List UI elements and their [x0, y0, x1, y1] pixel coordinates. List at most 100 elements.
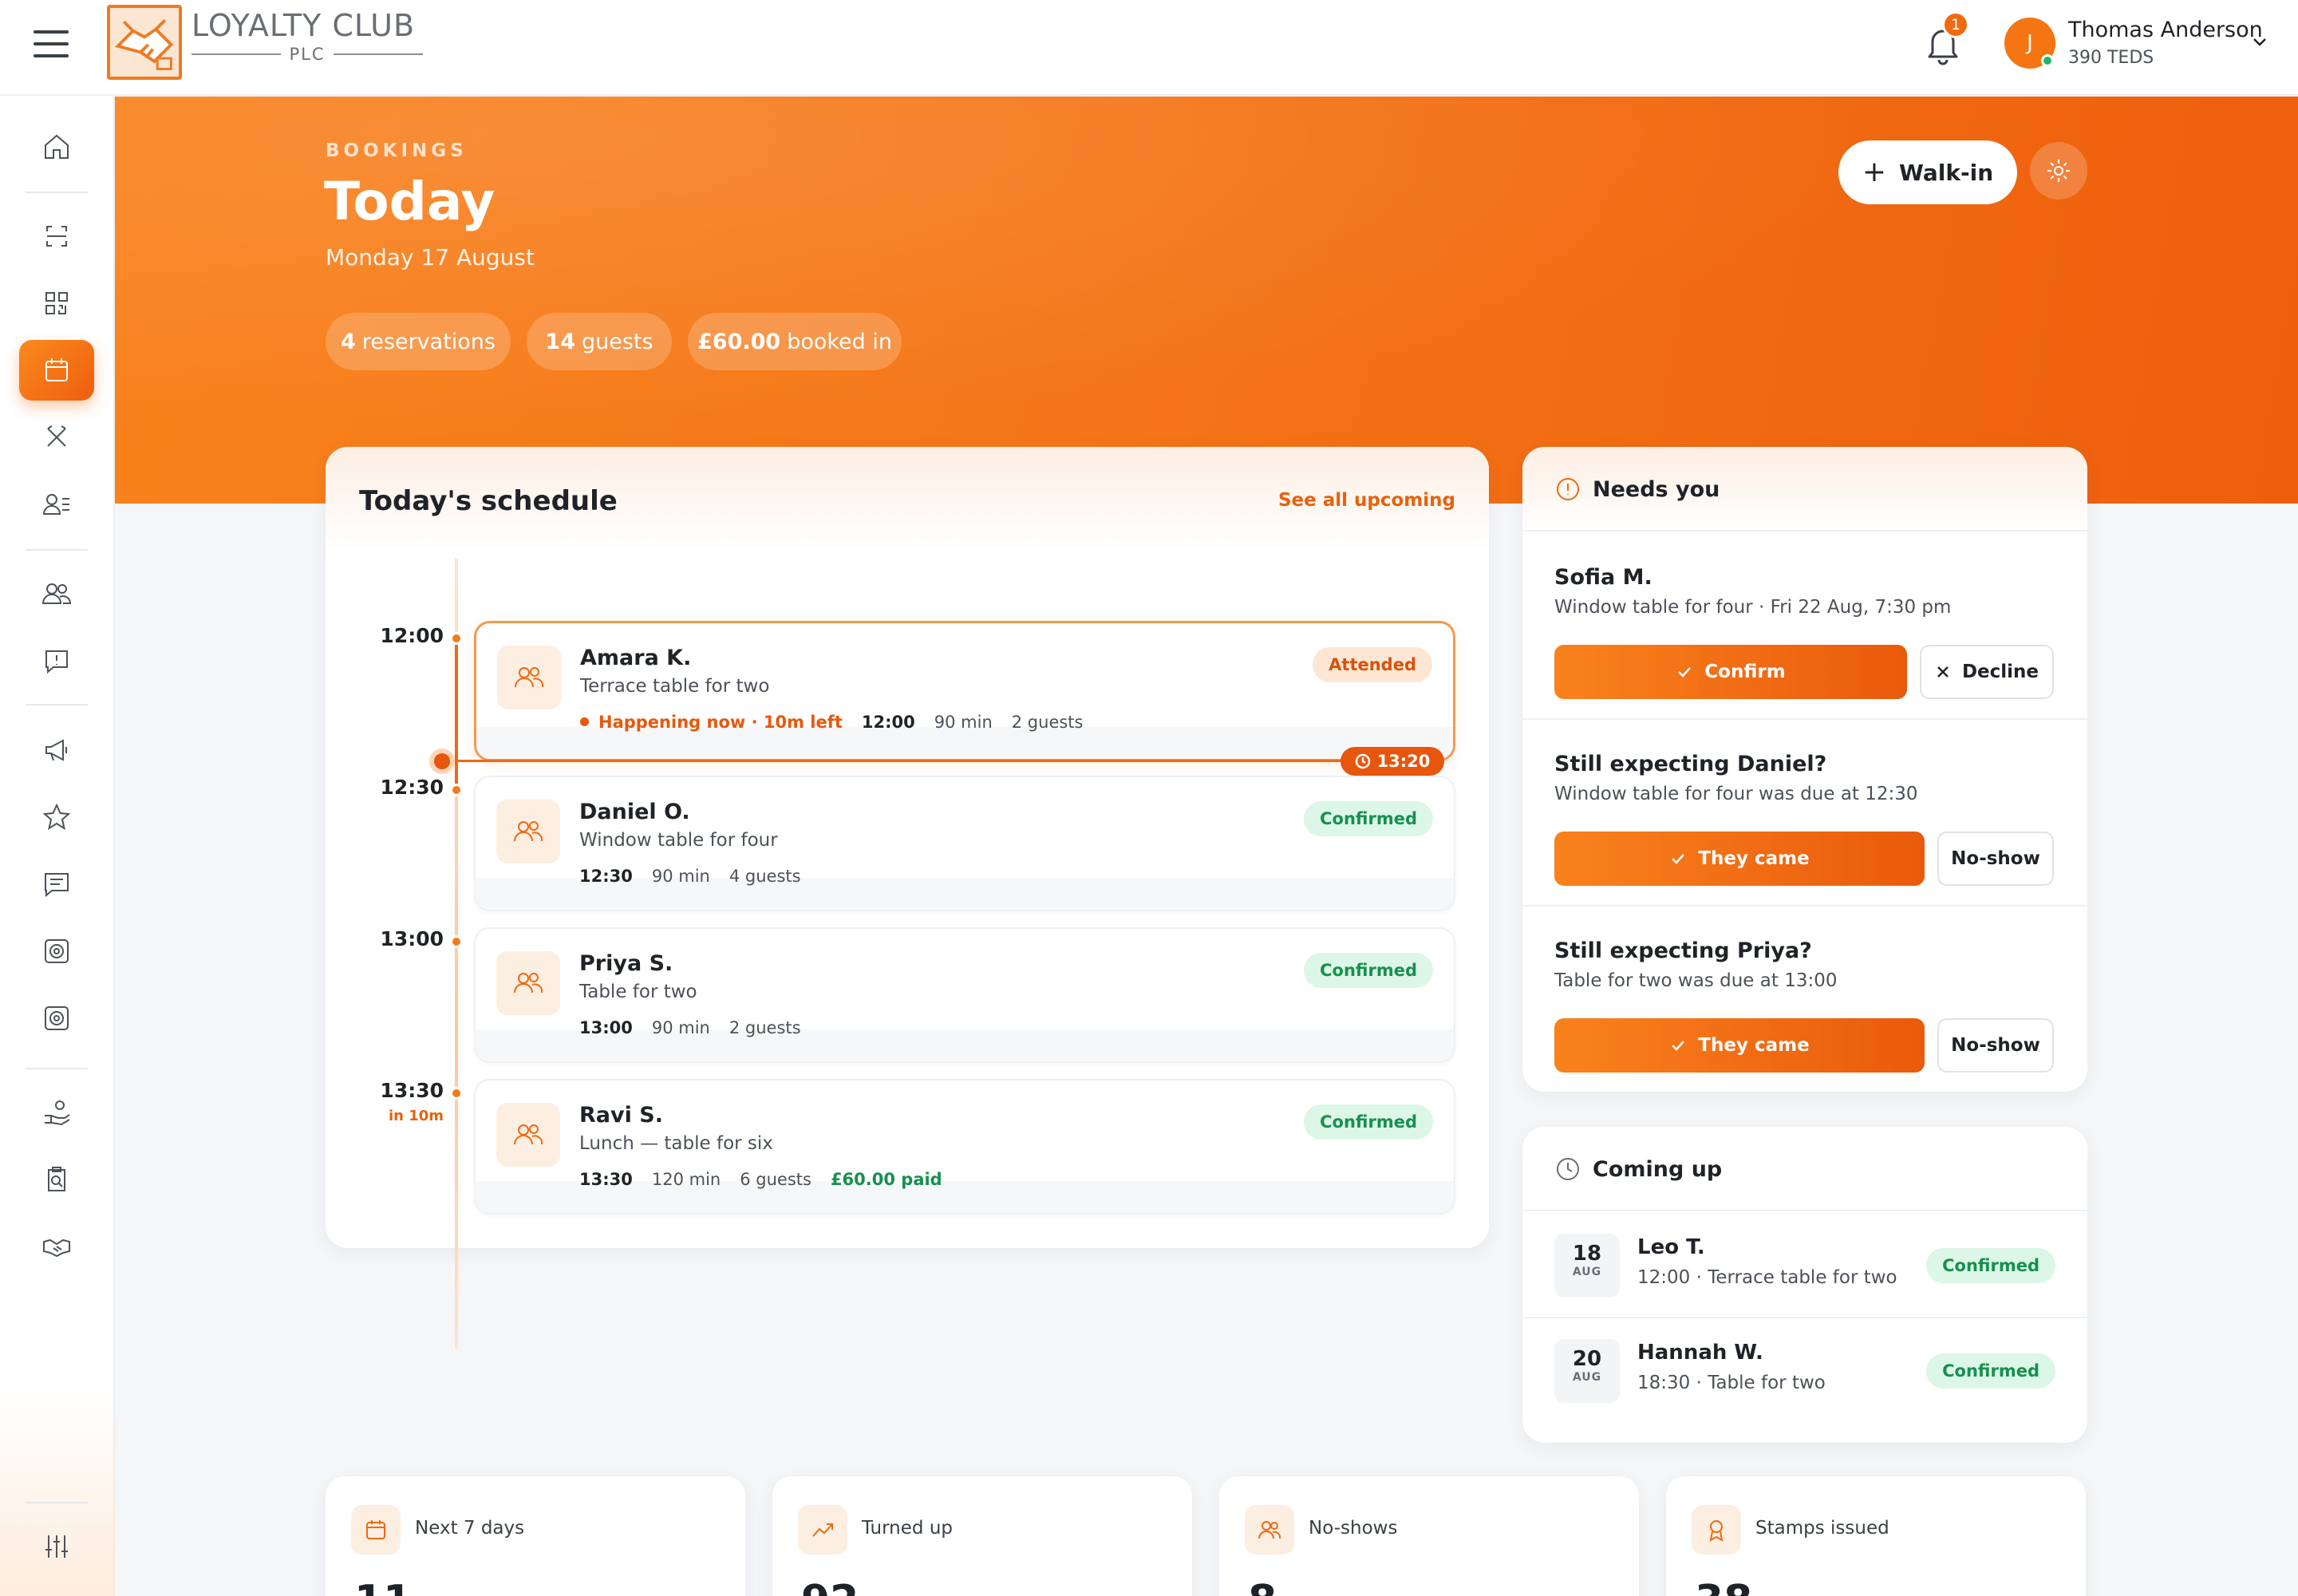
see-all-upcoming-link[interactable]: See all upcoming — [1278, 490, 1455, 511]
users-icon — [496, 1103, 560, 1167]
stat-label: Stamps issued — [1755, 1518, 1889, 1539]
stat-label: Next 7 days — [415, 1518, 525, 1539]
user-name[interactable]: Thomas Anderson — [2068, 18, 2263, 42]
sidebar-item-home[interactable] — [19, 117, 94, 177]
sidebar-item-scan[interactable] — [19, 206, 94, 267]
no-show-button[interactable]: No-show — [1937, 1018, 2054, 1073]
stat-card-stamps-issued[interactable]: Stamps issued 38 — [1666, 1476, 2086, 1596]
check-icon — [1678, 667, 1692, 678]
calendar-icon — [351, 1505, 401, 1555]
stat-value: 38 — [1695, 1577, 1755, 1596]
user-company: 390 TEDS — [2068, 48, 2154, 68]
plus-icon: + — [1862, 156, 1886, 188]
chip-reservations[interactable]: 4 reservations — [326, 313, 511, 370]
stat-card-no-shows[interactable]: No-shows 8% — [1219, 1476, 1639, 1596]
sidebar-item-targets[interactable] — [19, 988, 94, 1049]
stat-value: 11 — [354, 1577, 415, 1596]
reservation-card[interactable]: Daniel O. Window table for four 12:30 90… — [474, 776, 1455, 911]
menu-icon[interactable] — [34, 30, 69, 57]
chevron-down-icon[interactable] — [2250, 32, 2269, 51]
decline-button[interactable]: Decline — [1920, 645, 2054, 699]
settings-button[interactable] — [2030, 142, 2087, 200]
stat-label: Turned up — [862, 1518, 954, 1539]
sidebar-item-qr[interactable] — [19, 273, 94, 334]
alert-circle-icon — [1554, 476, 1581, 503]
walk-in-button[interactable]: + Walk-in — [1838, 140, 2017, 204]
now-time-pill: 13:20 — [1340, 747, 1444, 776]
sidebar-item-partners[interactable] — [19, 1216, 94, 1277]
needs-item-detail: Window table for four was due at 12:30 — [1554, 784, 1918, 804]
reservation-card[interactable]: Ravi S. Lunch — table for six 13:30 120 … — [474, 1079, 1455, 1215]
needs-item-title: Still expecting Daniel? — [1554, 752, 1827, 776]
users-icon — [1245, 1505, 1294, 1555]
reservation-duration: 90 min — [934, 713, 993, 732]
sidebar-item-team[interactable] — [19, 563, 94, 624]
page-date: Monday 17 August — [326, 244, 535, 271]
sliders-icon — [45, 1535, 68, 1558]
upcoming-detail: 12:00 · Terrace table for two — [1637, 1267, 1897, 1288]
reservation-duration: 120 min — [651, 1170, 721, 1189]
status-badge: Confirmed — [1926, 1248, 2055, 1283]
needs-item-detail: Table for two was due at 13:00 — [1554, 970, 1838, 991]
guest-name: Ravi S. — [579, 1103, 663, 1128]
date-month: AUG — [1572, 1266, 1602, 1278]
sidebar-item-goals[interactable] — [19, 921, 94, 982]
status-badge: Confirmed — [1304, 1104, 1433, 1140]
stat-card-turned-up[interactable]: Turned up 92% — [772, 1476, 1192, 1596]
slot-time: 13:30 — [380, 1079, 444, 1102]
reservation-card[interactable]: Amara K. Terrace table for two Happening… — [474, 621, 1455, 761]
sidebar-item-rewards[interactable] — [19, 1082, 94, 1143]
close-icon — [1937, 666, 1949, 678]
reservation-meta: Happening now · 10m left 12:00 90 min 2 … — [580, 713, 1083, 732]
home-icon — [45, 134, 69, 159]
reservation-card[interactable]: Priya S. Table for two 13:00 90 min 2 gu… — [474, 927, 1455, 1063]
coming-up-title: Coming up — [1593, 1157, 1723, 1182]
no-show-button[interactable]: No-show — [1937, 832, 2054, 886]
chip-guests[interactable]: 14 guests — [527, 313, 672, 370]
sidebar-item-reports[interactable] — [19, 1149, 94, 1210]
sidebar-item-feedback[interactable] — [19, 630, 94, 691]
sidebar-item-customers[interactable] — [19, 474, 94, 535]
they-came-button[interactable]: They came — [1554, 1018, 1925, 1073]
live-status: Happening now · 10m left — [580, 713, 843, 732]
page-title: Today — [324, 171, 496, 232]
table-description: Lunch — table for six — [579, 1133, 773, 1154]
brand-name: LOYALTY CLUB — [192, 8, 416, 43]
sidebar-item-bookings[interactable] — [19, 340, 94, 401]
sidebar-item-campaigns[interactable] — [19, 720, 94, 780]
sidebar-item-messages[interactable] — [19, 854, 94, 915]
reservation-duration: 90 min — [651, 1018, 710, 1037]
stat-card-next-7-days[interactable]: Next 7 days 11 — [326, 1476, 745, 1596]
stat-value: 92% — [801, 1577, 878, 1596]
top-bar: LOYALTY CLUB PLC 1 J Thomas Anderson 390… — [0, 0, 2298, 96]
reservation-duration: 90 min — [651, 867, 710, 886]
brand-logo[interactable] — [107, 5, 182, 80]
confirm-button[interactable]: Confirm — [1554, 645, 1907, 699]
reservation-meta: 12:30 90 min 4 guests — [579, 867, 801, 886]
page-eyebrow: BOOKINGS — [326, 140, 468, 161]
needs-item-detail: Window table for four · Fri 22 Aug, 7:30… — [1554, 597, 1952, 618]
date-day: 18 — [1572, 1242, 1602, 1266]
utensils-icon — [47, 425, 66, 447]
target-icon — [45, 939, 69, 963]
users-icon — [496, 800, 560, 863]
guest-name: Hannah W. — [1637, 1341, 1763, 1365]
reservation-time: 12:00 — [861, 713, 915, 732]
needs-you-panel: Needs you Sofia M. Window table for four… — [1522, 447, 2087, 1092]
stat-value: 8% — [1248, 1577, 1296, 1596]
reservation-guests: 6 guests — [740, 1170, 811, 1189]
sidebar-item-reviews[interactable] — [19, 787, 94, 847]
reservation-time: 13:30 — [579, 1170, 633, 1189]
sidebar-item-menu[interactable] — [19, 407, 94, 468]
upcoming-item[interactable]: 18 AUG Leo T. 12:00 · Terrace table for … — [1522, 1213, 2087, 1317]
guest-name: Daniel O. — [579, 800, 690, 824]
handshake-icon — [43, 1238, 70, 1258]
chip-booked-in[interactable]: £60.00 booked in — [688, 313, 902, 370]
sidebar-item-settings[interactable] — [19, 1516, 94, 1577]
stat-label: No-shows — [1309, 1518, 1398, 1539]
they-came-button[interactable]: They came — [1554, 832, 1925, 886]
payment-status: £60.00 paid — [830, 1170, 942, 1189]
upcoming-item[interactable]: 20 AUG Hannah W. 18:30 · Table for two C… — [1522, 1317, 2087, 1420]
message-icon — [45, 873, 69, 898]
user-list-icon — [42, 494, 69, 515]
